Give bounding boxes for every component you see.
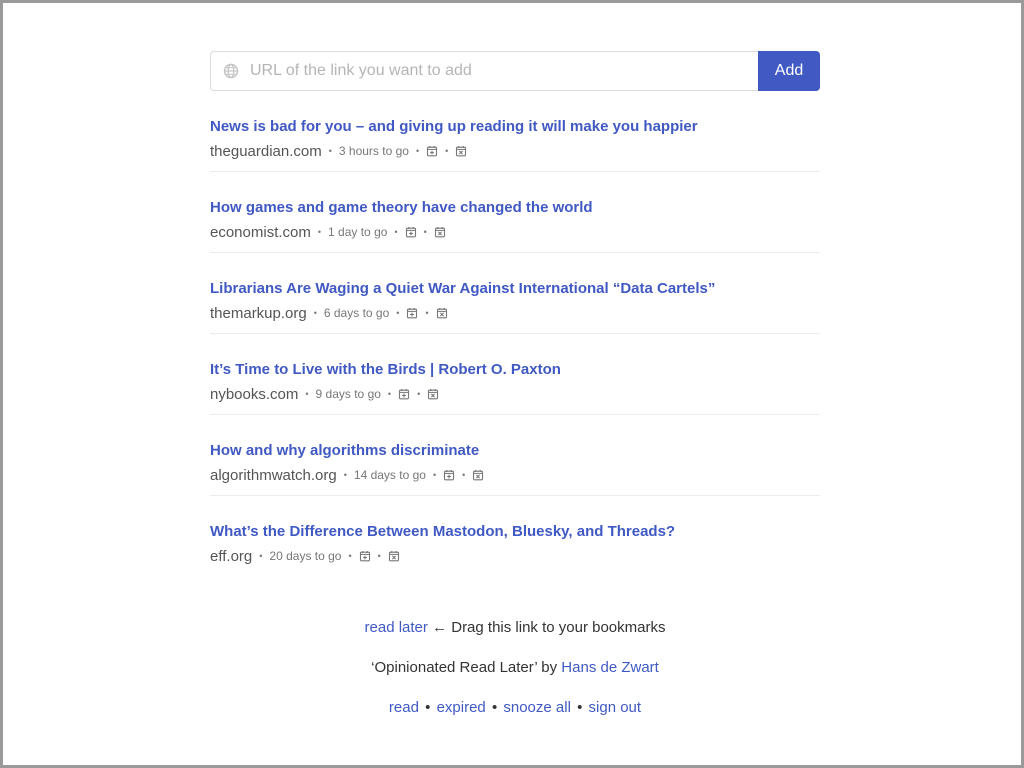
- credit-text: ‘Opinionated Read Later’ by: [371, 659, 558, 676]
- bookmarklet-line: read later ← Drag this link to your book…: [3, 618, 1024, 658]
- item-title-link[interactable]: What’s the Difference Between Mastodon, …: [210, 523, 820, 541]
- item-due: 1 day to go: [328, 225, 388, 239]
- item-domain: economist.com: [210, 223, 311, 241]
- item-meta: themarkup.org • 6 days to go • •: [210, 303, 820, 323]
- meta-separator: •: [313, 308, 317, 318]
- meta-separator: •: [328, 146, 332, 156]
- snooze-all-link[interactable]: snooze all: [503, 699, 571, 716]
- item-domain: themarkup.org: [210, 304, 307, 322]
- url-input[interactable]: [250, 52, 750, 90]
- meta-separator: •: [415, 146, 420, 156]
- meta-separator: •: [377, 551, 381, 561]
- meta-separator: •: [317, 227, 322, 237]
- nav-separator: •: [425, 699, 431, 716]
- read-link[interactable]: read: [389, 699, 419, 716]
- list-item: News is bad for you – and giving up read…: [210, 118, 820, 172]
- meta-separator: •: [396, 308, 400, 318]
- sign-out-link[interactable]: sign out: [589, 699, 642, 716]
- nav-separator: •: [577, 699, 583, 716]
- item-meta: nybooks.com • 9 days to go • •: [210, 384, 820, 404]
- item-domain: algorithmwatch.org: [210, 466, 337, 484]
- meta-separator: •: [445, 146, 449, 156]
- credit-line: ‘Opinionated Read Later’ by Hans de Zwar…: [3, 658, 1024, 698]
- meta-separator: •: [259, 551, 263, 561]
- calendar-plus-icon[interactable]: [359, 550, 371, 562]
- item-title-link[interactable]: It’s Time to Live with the Birds | Rober…: [210, 361, 820, 379]
- meta-separator: •: [462, 470, 466, 480]
- item-due: 3 hours to go: [338, 144, 409, 158]
- list-item: What’s the Difference Between Mastodon, …: [210, 496, 820, 577]
- calendar-plus-icon[interactable]: [406, 307, 418, 319]
- list-item: How games and game theory have changed t…: [210, 172, 820, 253]
- meta-separator: •: [425, 308, 429, 318]
- item-meta: economist.com • 1 day to go • •: [210, 222, 820, 242]
- item-title-link[interactable]: How games and game theory have changed t…: [210, 199, 820, 217]
- globe-icon: [223, 63, 239, 79]
- item-title-link[interactable]: News is bad for you – and giving up read…: [210, 118, 820, 136]
- item-meta: algorithmwatch.org • 14 days to go • •: [210, 465, 820, 485]
- calendar-x-icon[interactable]: [472, 469, 484, 481]
- item-domain: eff.org: [210, 547, 253, 565]
- calendar-x-icon[interactable]: [436, 307, 448, 319]
- app-window: Add News is bad for you – and giving up …: [0, 0, 1024, 768]
- meta-separator: •: [432, 470, 437, 480]
- item-domain: nybooks.com: [210, 385, 299, 403]
- meta-separator: •: [305, 389, 309, 399]
- list-item: Librarians Are Waging a Quiet War Agains…: [210, 253, 820, 334]
- item-meta: theguardian.com • 3 hours to go • •: [210, 141, 820, 161]
- calendar-plus-icon[interactable]: [443, 469, 455, 481]
- item-title-link[interactable]: How and why algorithms discriminate: [210, 442, 820, 460]
- meta-separator: •: [417, 389, 421, 399]
- item-due: 9 days to go: [315, 387, 381, 401]
- nav-separator: •: [491, 699, 498, 716]
- bookmarklet-instruction: ← Drag this link to your bookmarks: [432, 619, 666, 636]
- add-link-form: Add: [210, 51, 820, 91]
- item-due: 6 days to go: [323, 306, 390, 320]
- link-list: News is bad for you – and giving up read…: [210, 118, 820, 577]
- calendar-plus-icon[interactable]: [405, 226, 417, 238]
- calendar-x-icon[interactable]: [388, 550, 400, 562]
- item-title-link[interactable]: Librarians Are Waging a Quiet War Agains…: [210, 280, 820, 298]
- add-button[interactable]: Add: [758, 51, 820, 91]
- calendar-plus-icon[interactable]: [398, 388, 410, 400]
- read-later-bookmarklet-link[interactable]: read later: [365, 619, 428, 636]
- meta-separator: •: [423, 227, 427, 237]
- url-field-wrapper: [210, 51, 758, 91]
- meta-separator: •: [348, 551, 352, 561]
- meta-separator: •: [387, 389, 392, 399]
- item-meta: eff.org • 20 days to go • •: [210, 546, 820, 566]
- meta-separator: •: [394, 227, 398, 237]
- calendar-x-icon[interactable]: [455, 145, 467, 157]
- list-item: How and why algorithms discriminate algor…: [210, 415, 820, 496]
- item-domain: theguardian.com: [210, 142, 322, 160]
- calendar-x-icon[interactable]: [434, 226, 446, 238]
- footer-nav: read • expired • snooze all • sign out: [3, 698, 1024, 738]
- list-item: It’s Time to Live with the Birds | Rober…: [210, 334, 820, 415]
- footer: read later ← Drag this link to your book…: [3, 618, 1024, 738]
- item-due: 14 days to go: [353, 468, 426, 482]
- main-content: Add News is bad for you – and giving up …: [210, 51, 820, 577]
- item-due: 20 days to go: [269, 549, 342, 563]
- calendar-plus-icon[interactable]: [426, 145, 438, 157]
- calendar-x-icon[interactable]: [427, 388, 439, 400]
- meta-separator: •: [343, 470, 347, 480]
- expired-link[interactable]: expired: [437, 699, 486, 716]
- author-link[interactable]: Hans de Zwart: [561, 659, 659, 676]
